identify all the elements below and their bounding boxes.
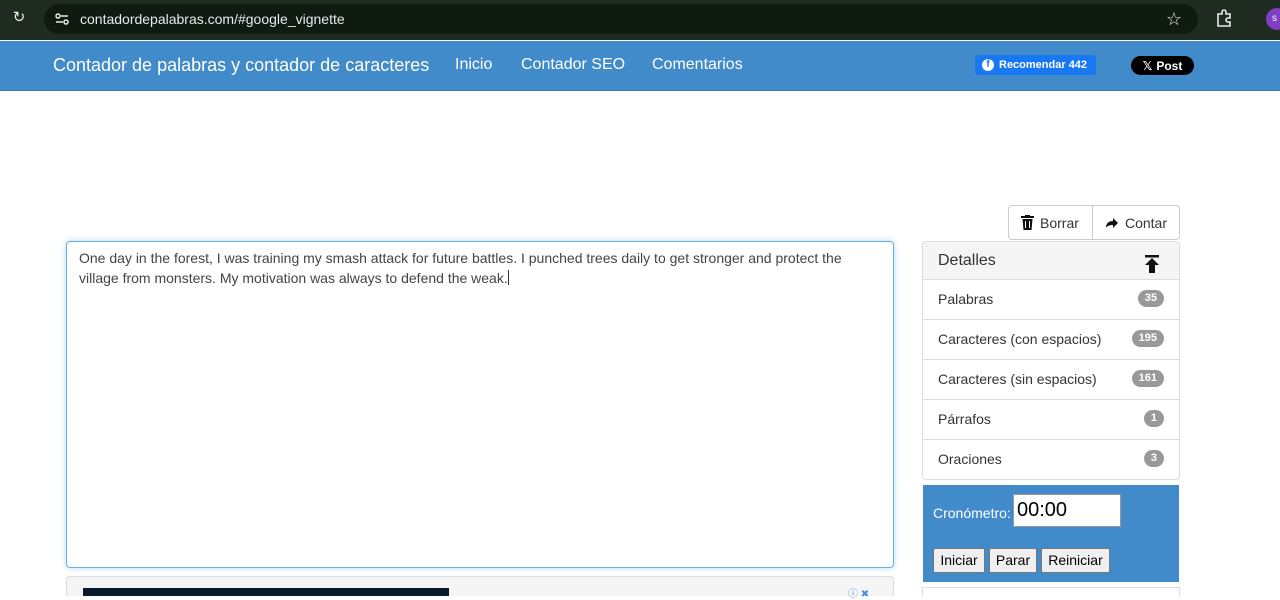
stat-row-chars-with-spaces: Caracteres (con espacios) 195 — [923, 320, 1179, 360]
stopwatch-display[interactable] — [1013, 494, 1121, 527]
site-navbar: Contador de palabras y contador de carac… — [0, 41, 1280, 91]
address-bar[interactable]: contadordepalabras.com/#google_vignette … — [44, 4, 1198, 34]
count-button-label: Contar — [1124, 214, 1167, 231]
url-text: contadordepalabras.com/#google_vignette — [80, 11, 345, 27]
stat-badge: 35 — [1137, 290, 1164, 307]
nav-link-inicio[interactable]: Inicio — [455, 56, 492, 74]
details-panel: Detalles Palabras 35 Caracteres (con esp… — [922, 241, 1180, 480]
editor-toolbar: Borrar Contar — [1008, 205, 1180, 240]
stat-badge: 161 — [1131, 370, 1164, 387]
stat-label: Párrafos — [938, 411, 991, 427]
profile-avatar[interactable]: s — [1266, 8, 1280, 30]
stopwatch-reset-button[interactable]: Reiniciar — [1041, 548, 1110, 573]
site-info-icon[interactable] — [54, 11, 70, 27]
clear-button[interactable]: Borrar — [1008, 205, 1093, 240]
bookmark-star-icon[interactable]: ☆ — [1166, 9, 1182, 30]
text-editor[interactable]: One day in the forest, I was training my… — [66, 241, 894, 568]
text-caret — [507, 270, 509, 285]
share-arrow-icon — [1105, 217, 1118, 228]
collapse-top-icon[interactable] — [1144, 255, 1160, 273]
stopwatch-stop-button[interactable]: Parar — [989, 548, 1037, 573]
stopwatch-panel: Cronómetro: Iniciar Parar Reiniciar — [923, 485, 1179, 582]
stat-label: Caracteres (sin espacios) — [938, 371, 1097, 387]
stat-row-chars-without-spaces: Caracteres (sin espacios) 161 — [923, 360, 1179, 400]
stat-label: Caracteres (con espacios) — [938, 331, 1102, 347]
nav-link-comentarios[interactable]: Comentarios — [652, 56, 743, 74]
stat-row-paragraphs: Párrafos 1 — [923, 400, 1179, 440]
trash-icon — [1021, 215, 1034, 230]
count-button[interactable]: Contar — [1092, 205, 1180, 240]
stopwatch-label: Cronómetro: — [933, 505, 1011, 521]
stat-row-sentences: Oraciones 3 — [923, 440, 1179, 480]
x-post-label: Post — [1156, 58, 1183, 73]
x-logo-icon: 𝕏 — [1142, 58, 1153, 73]
x-post-button[interactable]: 𝕏 Post — [1131, 56, 1194, 75]
stopwatch-start-button[interactable]: Iniciar — [933, 548, 985, 573]
site-brand[interactable]: Contador de palabras y contador de carac… — [53, 55, 429, 76]
details-header: Detalles — [923, 242, 1179, 280]
clear-button-label: Borrar — [1040, 214, 1079, 231]
reload-icon[interactable]: ↻ — [10, 9, 28, 27]
stat-label: Palabras — [938, 291, 994, 307]
editor-text: One day in the forest, I was training my… — [79, 250, 842, 286]
ad-banner-image[interactable] — [83, 588, 449, 596]
side-panel-next — [922, 587, 1180, 597]
stat-badge: 195 — [1131, 330, 1164, 347]
facebook-icon: f — [982, 59, 994, 71]
facebook-recommend-label: Recomendar 442 — [999, 59, 1088, 71]
browser-toolbar: ↻ contadordepalabras.com/#google_vignett… — [0, 0, 1280, 40]
stat-row-words: Palabras 35 — [923, 280, 1179, 320]
stat-label: Oraciones — [938, 451, 1002, 467]
facebook-recommend-button[interactable]: f Recomendar 442 — [975, 55, 1096, 75]
nav-link-contador-seo[interactable]: Contador SEO — [521, 56, 625, 74]
stat-badge: 1 — [1143, 410, 1164, 427]
extensions-icon[interactable] — [1214, 8, 1234, 28]
details-title: Detalles — [938, 252, 996, 269]
stat-badge: 3 — [1143, 450, 1164, 467]
